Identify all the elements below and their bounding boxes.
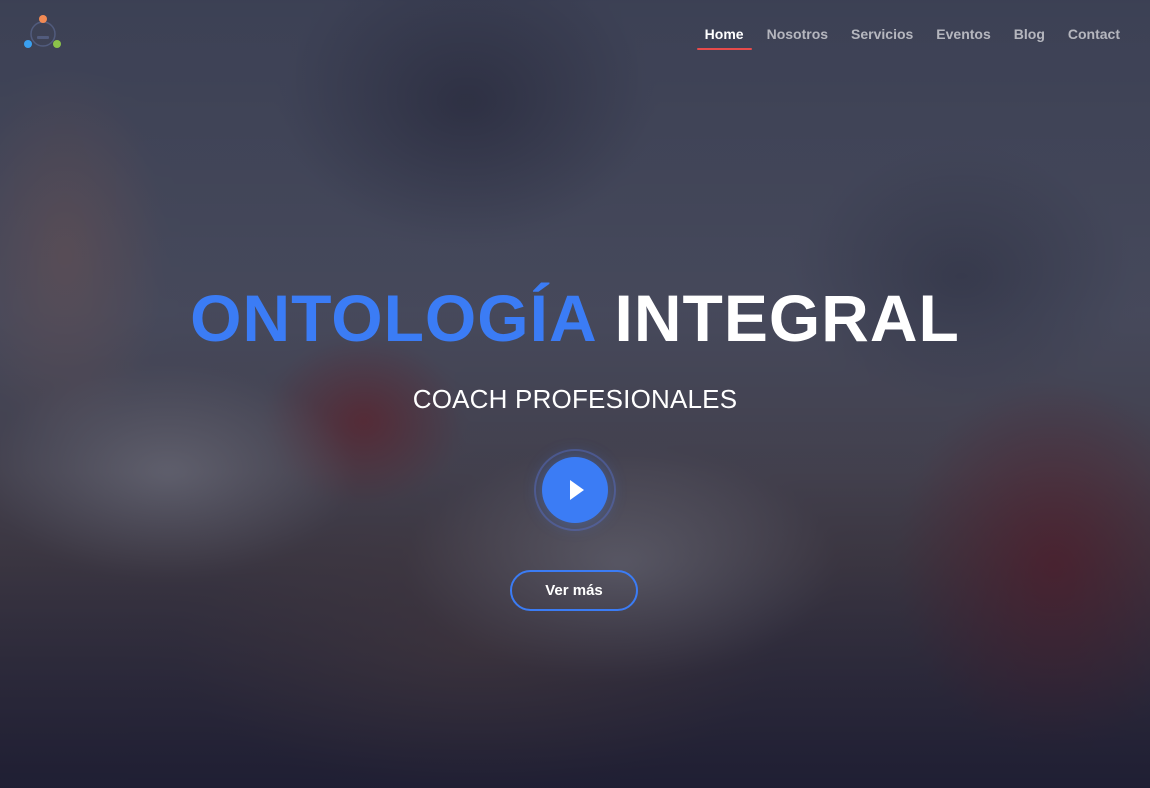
- site-header: Home Nosotros Servicios Eventos Blog Con…: [0, 0, 1150, 70]
- video-play-control: [534, 449, 616, 531]
- ver-mas-button[interactable]: Ver más: [510, 570, 638, 611]
- people-circle-logo-icon: [24, 15, 61, 48]
- nav-item-blog[interactable]: Blog: [1014, 24, 1045, 50]
- hero-subtitle: COACH PROFESIONALES: [412, 384, 738, 414]
- nav-item-contact[interactable]: Contact: [1068, 24, 1120, 50]
- nav-item-servicios[interactable]: Servicios: [851, 24, 913, 50]
- nav-item-home[interactable]: Home: [696, 24, 752, 50]
- hero-title-main: INTEGRAL: [614, 281, 960, 355]
- play-video-button[interactable]: [542, 457, 608, 523]
- hero-title: ONTOLOGÍA INTEGRAL: [0, 280, 1150, 356]
- play-icon: [570, 480, 584, 500]
- hero-title-accent: ONTOLOGÍA: [190, 281, 596, 355]
- logo[interactable]: [22, 14, 64, 50]
- nav-item-eventos[interactable]: Eventos: [936, 24, 990, 50]
- nav-item-nosotros[interactable]: Nosotros: [767, 24, 828, 50]
- main-nav: Home Nosotros Servicios Eventos Blog Con…: [682, 24, 1120, 50]
- hero-section: Home Nosotros Servicios Eventos Blog Con…: [0, 0, 1150, 788]
